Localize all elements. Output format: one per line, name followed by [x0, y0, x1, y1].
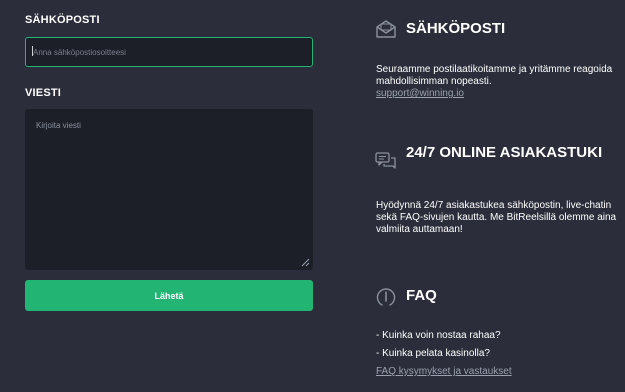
email-info-title: SÄHKÖPOSTI — [406, 20, 506, 37]
resize-handle-icon[interactable] — [301, 258, 310, 267]
message-textarea[interactable] — [25, 109, 313, 270]
contact-page: SÄHKÖPOSTI VIESTI Lähetä SÄHKÖPOSTI Seur… — [0, 0, 625, 392]
email-info-description: Seuraamme postilaatikoitamme ja yritämme… — [376, 64, 613, 87]
faq-item-casino[interactable]: - Kuinka pelata kasinolla? — [376, 348, 490, 360]
faq-item-withdraw[interactable]: - Kuinka voin nostaa rahaa? — [376, 330, 501, 342]
message-label: VIESTI — [25, 87, 62, 99]
chat-bubbles-icon — [375, 152, 396, 169]
support-info-text: Hyödynnä 24/7 asiakastukea sähköpostin, … — [376, 200, 617, 235]
faq-bulb-icon — [376, 288, 396, 306]
faq-info-title: FAQ — [406, 287, 437, 304]
email-label: SÄHKÖPOSTI — [25, 14, 100, 26]
envelope-icon — [376, 20, 396, 38]
support-info-title: 24/7 ONLINE ASIAKASTUKI — [406, 144, 603, 161]
text-caret — [32, 46, 33, 56]
faq-link[interactable]: FAQ kysymykset ja vastaukset — [376, 366, 512, 377]
support-email-link[interactable]: support@winning.io — [376, 88, 464, 99]
submit-button[interactable]: Lähetä — [25, 280, 313, 311]
email-input[interactable] — [25, 37, 313, 67]
email-info-text: Seuraamme postilaatikoitamme ja yritämme… — [376, 64, 624, 100]
